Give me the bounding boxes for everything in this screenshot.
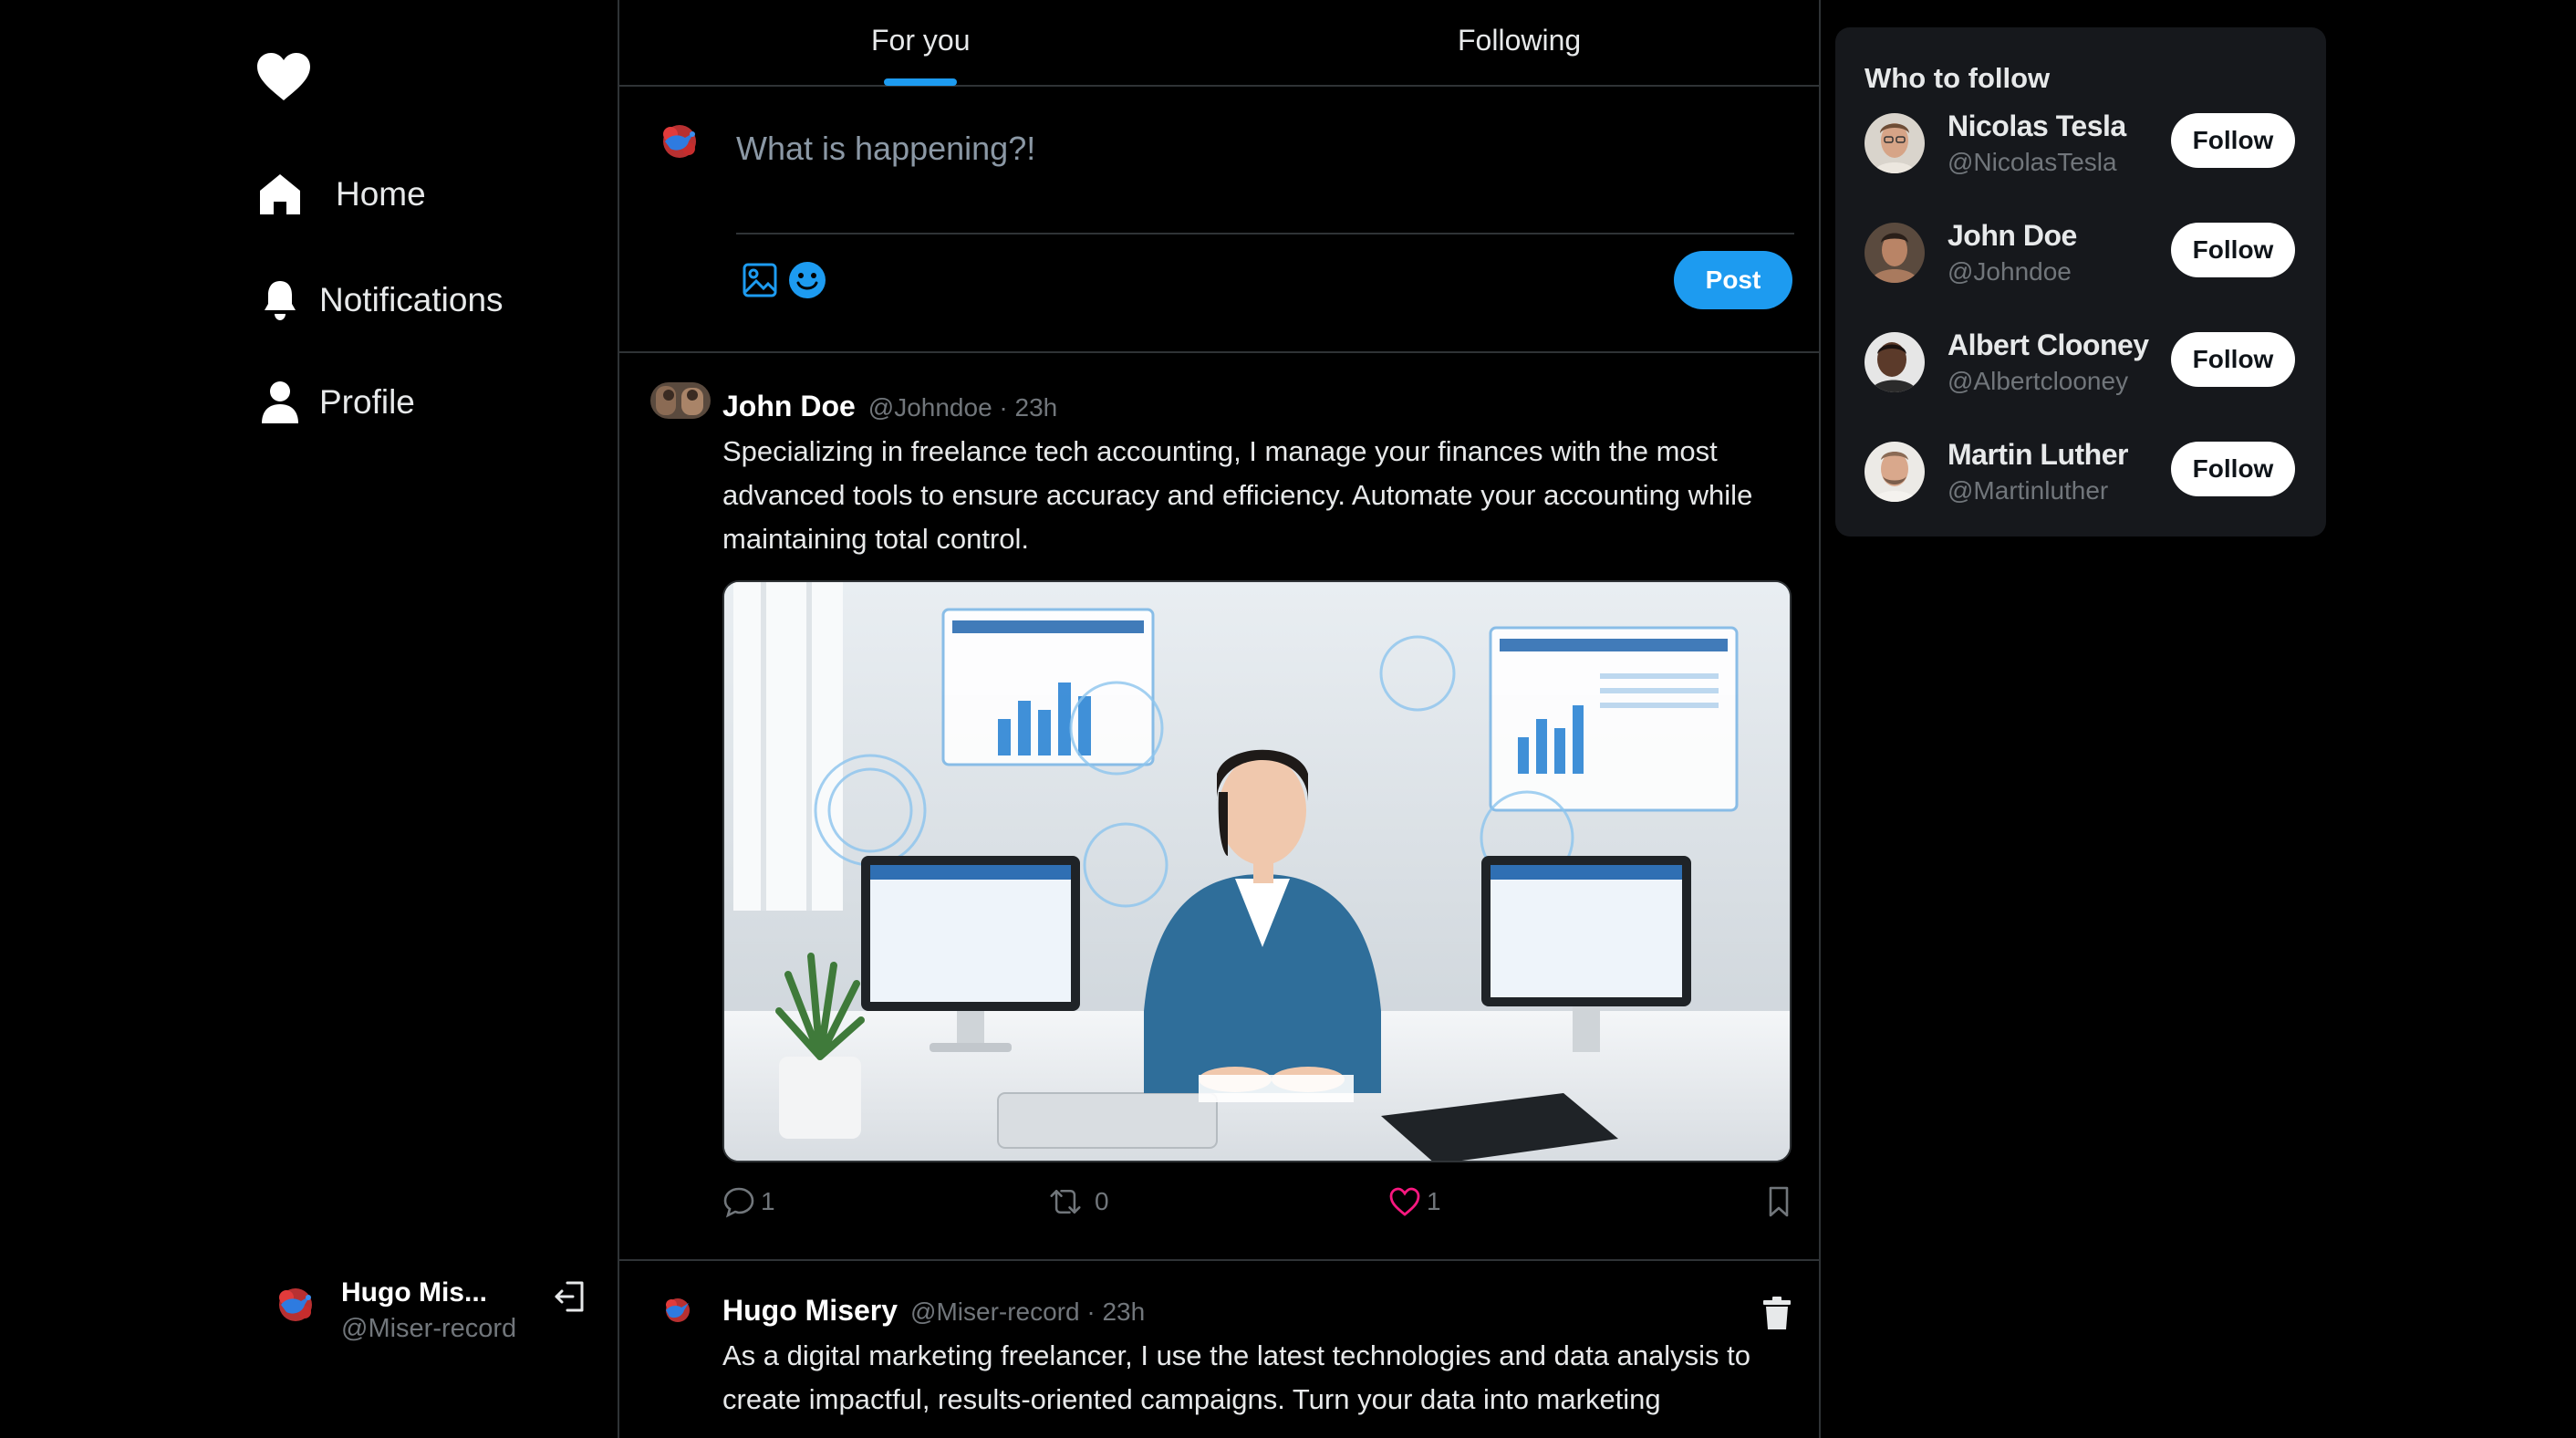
user-avatar[interactable] bbox=[1864, 442, 1925, 502]
post-button[interactable]: Post bbox=[1674, 251, 1792, 309]
account-handle: @Miser-record bbox=[341, 1314, 517, 1343]
composer-avatar bbox=[652, 114, 707, 169]
tab-following[interactable]: Following bbox=[1458, 24, 1581, 57]
left-sidebar: Home Notifications Profile Hugo Mis... @… bbox=[0, 0, 618, 1438]
active-tab-indicator bbox=[884, 78, 957, 86]
like-button[interactable]: 1 bbox=[1388, 1185, 1441, 1218]
reply-count: 1 bbox=[761, 1187, 775, 1215]
emoji-icon[interactable] bbox=[787, 260, 827, 300]
bell-icon bbox=[257, 277, 303, 323]
nav-home[interactable]: Home bbox=[257, 172, 426, 217]
tweet-avatar[interactable] bbox=[650, 382, 711, 419]
tweet-actions: 1 0 1 bbox=[722, 1185, 1792, 1231]
tweet-meta: @Johndoe · 23h bbox=[867, 393, 1058, 422]
suggestion-handle: @Albertclooney bbox=[1948, 367, 2129, 395]
bookmark-button[interactable] bbox=[1762, 1185, 1795, 1218]
account-switcher[interactable]: Hugo Mis... @Miser-record bbox=[268, 1277, 597, 1360]
follow-suggestion[interactable]: Martin Luther @Martinluther Follow bbox=[1864, 438, 2302, 520]
tweet-header: John Doe @Johndoe · 23h bbox=[722, 390, 1057, 423]
tweet[interactable]: Hugo Misery @Miser-record · 23h As a dig… bbox=[619, 1261, 1819, 1438]
logout-icon[interactable] bbox=[553, 1279, 587, 1314]
tweet-composer: Post bbox=[619, 87, 1819, 353]
composer-divider bbox=[736, 233, 1794, 234]
follow-suggestion[interactable]: Albert Clooney @Albertclooney Follow bbox=[1864, 328, 2302, 411]
tweet-meta: @Miser-record · 23h bbox=[910, 1297, 1146, 1326]
bookmark-icon bbox=[1769, 1186, 1789, 1217]
user-icon bbox=[257, 380, 303, 425]
follow-suggestion[interactable]: John Doe @Johndoe Follow bbox=[1864, 219, 2302, 301]
heart-outline-icon bbox=[1389, 1187, 1420, 1216]
heart-logo-icon[interactable] bbox=[257, 53, 310, 102]
like-count: 1 bbox=[1427, 1187, 1441, 1215]
suggestion-name[interactable]: Nicolas Tesla bbox=[1948, 109, 2126, 143]
tweet-author-name[interactable]: John Doe bbox=[722, 390, 856, 423]
main-feed-column: For you Following What is happening?! Po… bbox=[618, 0, 1821, 1438]
user-avatar[interactable] bbox=[1864, 113, 1925, 173]
follow-button[interactable]: Follow bbox=[2171, 223, 2295, 277]
suggestion-handle: @Martinluther bbox=[1948, 476, 2109, 505]
compose-input[interactable] bbox=[736, 121, 1794, 176]
tweet-text: As a digital marketing freelancer, I use… bbox=[722, 1339, 1751, 1415]
retweet-button[interactable]: 0 bbox=[1049, 1185, 1109, 1218]
home-icon bbox=[257, 172, 303, 217]
app-root: Home Notifications Profile Hugo Mis... @… bbox=[0, 0, 2576, 1438]
nav-notifications[interactable]: Notifications bbox=[257, 277, 504, 323]
tweet-text: Specializing in freelance tech accountin… bbox=[722, 435, 1753, 555]
follow-button[interactable]: Follow bbox=[2171, 332, 2295, 387]
reply-button[interactable]: 1 bbox=[722, 1185, 775, 1218]
image-upload-icon[interactable] bbox=[742, 262, 778, 298]
who-to-follow-title: Who to follow bbox=[1864, 62, 2051, 94]
nav-profile-label: Profile bbox=[319, 383, 415, 421]
suggestion-name[interactable]: Albert Clooney bbox=[1948, 328, 2149, 362]
account-avatar bbox=[268, 1277, 323, 1332]
suggestion-name[interactable]: John Doe bbox=[1948, 219, 2077, 253]
nav-home-label: Home bbox=[336, 175, 426, 213]
retweet-count: 0 bbox=[1095, 1187, 1109, 1215]
trash-icon[interactable] bbox=[1761, 1296, 1792, 1330]
user-avatar[interactable] bbox=[1864, 223, 1925, 283]
tweet[interactable]: John Doe @Johndoe · 23h Specializing in … bbox=[619, 353, 1819, 1261]
nav-profile[interactable]: Profile bbox=[257, 380, 415, 425]
follow-button[interactable]: Follow bbox=[2171, 442, 2295, 496]
follow-button[interactable]: Follow bbox=[2171, 113, 2295, 168]
follow-suggestion[interactable]: Nicolas Tesla @NicolasTesla Follow bbox=[1864, 109, 2302, 192]
suggestion-handle: @Johndoe bbox=[1948, 257, 2072, 286]
tweet-author-name[interactable]: Hugo Misery bbox=[722, 1294, 898, 1328]
nav-notifications-label: Notifications bbox=[319, 281, 504, 318]
tweet-avatar[interactable] bbox=[650, 1288, 705, 1332]
suggestion-handle: @NicolasTesla bbox=[1948, 148, 2117, 176]
tweet-header: Hugo Misery @Miser-record · 23h bbox=[722, 1294, 1145, 1328]
feed-tabs: For you Following bbox=[619, 0, 1819, 87]
comment-icon bbox=[723, 1187, 754, 1218]
account-name: Hugo Mis... bbox=[341, 1277, 487, 1308]
tweet-image[interactable] bbox=[722, 580, 1792, 1162]
suggestion-name[interactable]: Martin Luther bbox=[1948, 438, 2128, 472]
who-to-follow-panel: Who to follow Nicolas Tesla @NicolasTesl… bbox=[1835, 27, 2326, 537]
user-avatar[interactable] bbox=[1864, 332, 1925, 392]
tab-for-you[interactable]: For you bbox=[871, 24, 970, 57]
retweet-icon bbox=[1050, 1190, 1081, 1214]
